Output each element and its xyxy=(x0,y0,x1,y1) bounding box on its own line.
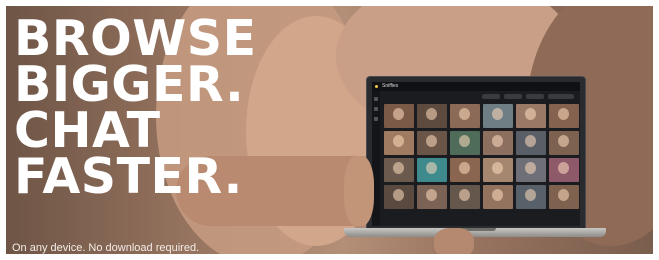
laptop-screen: Sniffies xyxy=(372,82,580,226)
profile-thumbnail xyxy=(483,131,513,155)
subtext: On any device. No download required. xyxy=(12,242,200,254)
filter-chip xyxy=(482,94,500,99)
promo-banner: BROWSE BIGGER. CHAT FASTER. Sniffies On … xyxy=(6,6,653,254)
profile-thumbnail xyxy=(483,158,513,182)
sidebar-icon xyxy=(374,117,378,121)
filter-chip xyxy=(548,94,574,99)
profile-thumbnail xyxy=(450,104,480,128)
hand-holding-laptop xyxy=(344,156,374,226)
sidebar-icon xyxy=(374,107,378,111)
profile-thumbnail xyxy=(483,185,513,209)
app-title: Sniffies xyxy=(382,83,399,89)
hand-holding-laptop xyxy=(434,228,474,254)
filter-chip xyxy=(526,94,544,99)
profile-thumbnail xyxy=(549,131,579,155)
app-logo-icon xyxy=(375,85,378,88)
profile-thumbnail xyxy=(417,104,447,128)
profile-thumbnail xyxy=(516,185,546,209)
profile-thumbnail xyxy=(450,185,480,209)
profile-thumbnail xyxy=(384,185,414,209)
laptop-lid: Sniffies xyxy=(366,76,586,230)
filter-chip xyxy=(504,94,522,99)
profile-thumbnail xyxy=(549,185,579,209)
profile-thumbnail xyxy=(549,158,579,182)
app-header: Sniffies xyxy=(372,82,580,91)
profile-thumbnail xyxy=(516,104,546,128)
profile-thumbnail xyxy=(450,131,480,155)
profile-thumbnail xyxy=(417,158,447,182)
sidebar-icon xyxy=(374,97,378,101)
profile-thumbnail xyxy=(384,104,414,128)
profile-thumbnail xyxy=(384,158,414,182)
laptop-base xyxy=(344,228,606,237)
profile-thumbnail xyxy=(549,104,579,128)
profile-thumbnail xyxy=(516,131,546,155)
profile-thumbnail xyxy=(483,104,513,128)
profile-thumbnail xyxy=(384,131,414,155)
profile-thumbnail xyxy=(516,158,546,182)
profile-thumbnail xyxy=(417,131,447,155)
headline: BROWSE BIGGER. CHAT FASTER. xyxy=(14,14,257,205)
profile-thumbnail xyxy=(417,185,447,209)
laptop-mockup: Sniffies xyxy=(344,76,606,241)
profile-thumbnail xyxy=(450,158,480,182)
headline-line-4: FASTER. xyxy=(14,148,243,205)
filter-bar xyxy=(482,94,578,100)
